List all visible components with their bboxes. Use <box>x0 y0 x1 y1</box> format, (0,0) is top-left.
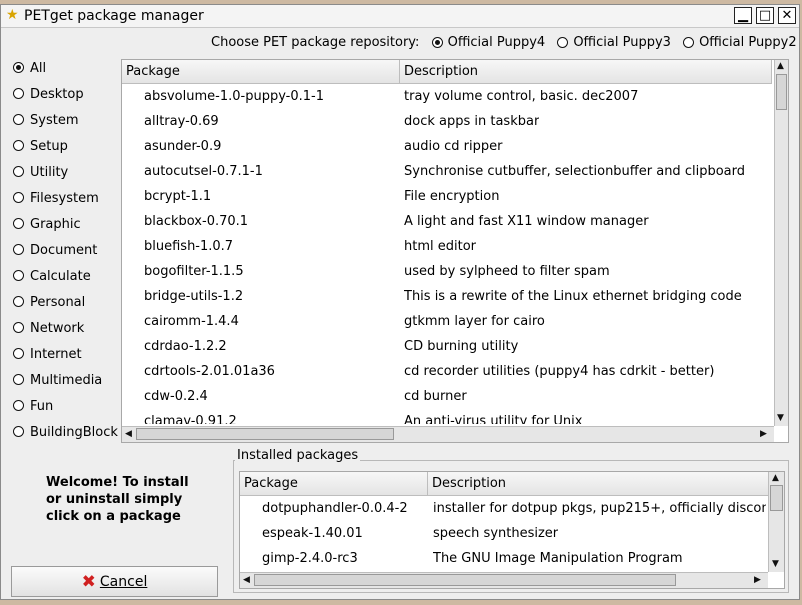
minimize-button[interactable]: ▁ <box>734 7 752 24</box>
radio-icon <box>13 218 24 229</box>
radio-icon <box>13 296 24 307</box>
radio-icon <box>13 426 24 437</box>
repo-option-puppy2[interactable]: Official Puppy2 <box>683 35 797 50</box>
minimize-icon: ▁ <box>738 8 748 23</box>
scroll-up-icon[interactable]: ▲ <box>777 62 784 71</box>
column-header-package[interactable]: Package <box>122 60 400 84</box>
cancel-label: Cancel <box>99 573 148 590</box>
category-utility[interactable]: Utility <box>13 163 68 183</box>
scroll-left-icon[interactable]: ◀ <box>125 430 132 439</box>
category-personal[interactable]: Personal <box>13 293 85 313</box>
category-filesystem[interactable]: Filesystem <box>13 189 99 209</box>
scroll-down-icon[interactable]: ▼ <box>777 414 784 423</box>
installed-vertical-scrollbar[interactable]: ▲ ▼ <box>768 472 784 572</box>
repo-option-puppy4[interactable]: Official Puppy4 <box>431 35 545 50</box>
installed-horizontal-scrollbar[interactable]: ◀ ▶ <box>240 572 768 588</box>
column-header-description[interactable]: Description <box>428 472 770 496</box>
scroll-down-icon[interactable]: ▼ <box>772 560 779 569</box>
radio-icon <box>13 114 24 125</box>
radio-icon <box>13 166 24 177</box>
cancel-icon: ✖ <box>81 571 96 592</box>
scroll-right-icon[interactable]: ▶ <box>754 576 761 585</box>
window-title: PETget package manager <box>24 8 204 24</box>
repository-selector: Choose PET package repository: Official … <box>211 35 802 55</box>
radio-icon <box>13 140 24 151</box>
category-graphic[interactable]: Graphic <box>13 215 81 235</box>
radio-icon <box>13 270 24 281</box>
available-rows: absvolume-1.0-puppy-0.1-1 tray volume con… <box>144 89 745 424</box>
radio-icon <box>683 37 695 48</box>
category-multimedia[interactable]: Multimedia <box>13 371 102 391</box>
petget-window: ★ PETget package manager ▁ □ ✕ Choose PE… <box>0 4 800 600</box>
close-icon: ✕ <box>781 8 793 23</box>
column-header-package[interactable]: Package <box>240 472 428 496</box>
radio-icon <box>13 348 24 359</box>
scroll-thumb[interactable] <box>136 428 394 440</box>
category-buildingblock[interactable]: BuildingBlock <box>13 423 118 443</box>
scroll-thumb[interactable] <box>770 485 783 511</box>
scroll-thumb[interactable] <box>254 574 676 586</box>
category-document[interactable]: Document <box>13 241 97 261</box>
maximize-button[interactable]: □ <box>756 7 774 24</box>
welcome-message: Welcome! To install or uninstall simply … <box>46 475 189 524</box>
radio-icon <box>13 88 24 99</box>
repo-option-puppy3[interactable]: Official Puppy3 <box>557 35 671 50</box>
category-fun[interactable]: Fun <box>13 397 53 417</box>
repository-label: Choose PET package repository: <box>211 35 420 50</box>
scroll-right-icon[interactable]: ▶ <box>760 430 767 439</box>
category-calculate[interactable]: Calculate <box>13 267 91 287</box>
installed-packages-list[interactable]: Package Description dotpuphandler-0.0.4-… <box>239 471 785 589</box>
maximize-icon: □ <box>758 8 772 23</box>
category-internet[interactable]: Internet <box>13 345 82 365</box>
installed-packages-label: Installed packages <box>235 448 361 463</box>
available-packages-list[interactable]: Package Description absvolume-1.0-puppy-… <box>121 59 789 443</box>
close-button[interactable]: ✕ <box>778 7 796 24</box>
cancel-button[interactable]: ✖ Cancel <box>11 566 218 597</box>
title-bar[interactable]: ★ PETget package manager ▁ □ ✕ <box>1 5 799 28</box>
category-setup[interactable]: Setup <box>13 137 68 157</box>
radio-icon <box>13 400 24 411</box>
radio-icon <box>13 322 24 333</box>
installed-rows: dotpuphandler-0.0.4-2 installer for dotpu… <box>262 501 766 566</box>
category-network[interactable]: Network <box>13 319 84 339</box>
scroll-thumb[interactable] <box>776 74 787 110</box>
radio-icon <box>431 37 443 48</box>
category-system[interactable]: System <box>13 111 78 131</box>
scroll-up-icon[interactable]: ▲ <box>772 474 779 483</box>
radio-icon <box>13 374 24 385</box>
scroll-left-icon[interactable]: ◀ <box>243 576 250 585</box>
category-desktop[interactable]: Desktop <box>13 85 84 105</box>
radio-icon <box>13 62 24 73</box>
radio-icon <box>557 37 569 48</box>
radio-icon <box>13 192 24 203</box>
radio-icon <box>13 244 24 255</box>
star-icon: ★ <box>6 7 19 23</box>
column-header-description[interactable]: Description <box>400 60 772 84</box>
category-all[interactable]: All <box>13 59 46 79</box>
available-horizontal-scrollbar[interactable]: ◀ ▶ <box>122 426 774 442</box>
available-vertical-scrollbar[interactable]: ▲ ▼ <box>774 60 788 426</box>
